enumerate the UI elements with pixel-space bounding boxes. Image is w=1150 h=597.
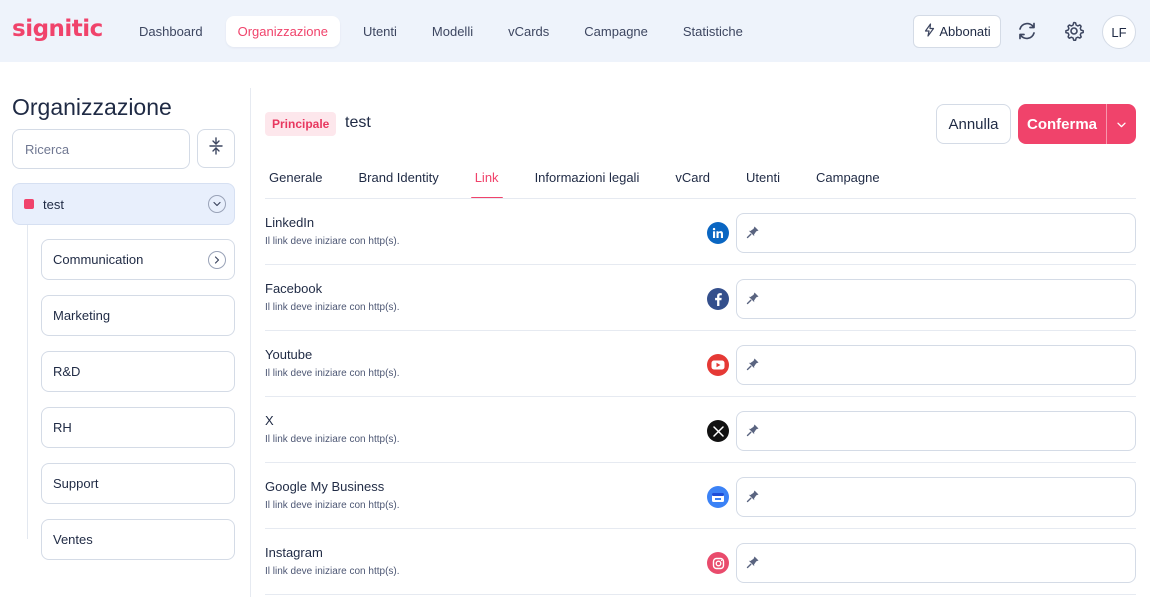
link-label: X: [265, 413, 274, 428]
tree-item-label: RH: [53, 420, 72, 435]
youtube-url-input[interactable]: [767, 346, 1129, 384]
tree-item-label: Communication: [53, 252, 144, 267]
org-name: test: [345, 114, 371, 131]
pin-icon: [746, 489, 760, 503]
link-row-instagram: Instagram Il link deve iniziare con http…: [265, 529, 1136, 595]
main-nav: Dashboard Organizzazione Utenti Modelli …: [127, 16, 766, 47]
confirm-dropdown-button[interactable]: [1107, 104, 1136, 144]
nav-modelli[interactable]: Modelli: [420, 16, 485, 47]
link-help-text: Il link deve iniziare con http(s).: [265, 302, 400, 313]
tree-item-support[interactable]: Support: [41, 463, 235, 504]
linkedin-url-input[interactable]: [767, 214, 1129, 252]
link-row-linkedin: LinkedIn Il link deve iniziare con http(…: [265, 199, 1136, 265]
nav-vcards[interactable]: vCards: [496, 16, 561, 47]
tree-item-rh[interactable]: RH: [41, 407, 235, 448]
tree-item-label: Marketing: [53, 308, 111, 323]
google-my-business-icon: [707, 486, 729, 508]
link-row-youtube: Youtube Il link deve iniziare con http(s…: [265, 331, 1136, 397]
instagram-icon: [707, 552, 729, 574]
x-url-input[interactable]: [767, 412, 1129, 450]
pin-icon: [746, 423, 760, 437]
link-input-wrapper: [736, 411, 1136, 451]
link-row-facebook: Facebook Il link deve iniziare con http(…: [265, 265, 1136, 331]
link-input-wrapper: [736, 279, 1136, 319]
tree-item-marketing[interactable]: Marketing: [41, 295, 235, 336]
nav-statistiche[interactable]: Statistiche: [671, 16, 755, 47]
link-input-wrapper: [736, 477, 1136, 517]
sidebar-divider: [250, 88, 251, 597]
subscribe-label: Abbonati: [939, 24, 991, 39]
tree-item-rd[interactable]: R&D: [41, 351, 235, 392]
tree-item-label: Ventes: [53, 532, 93, 547]
pin-icon: [746, 555, 760, 569]
tab-generale[interactable]: Generale: [265, 168, 326, 199]
tab-brand-identity[interactable]: Brand Identity: [354, 168, 442, 199]
link-label: Youtube: [265, 347, 313, 362]
link-label: Instagram: [265, 545, 323, 560]
lightning-icon: [923, 23, 936, 40]
tree-item-ventes[interactable]: Ventes: [41, 519, 235, 560]
top-navbar: signitic Dashboard Organizzazione Utenti…: [0, 0, 1150, 62]
search-input[interactable]: [12, 129, 190, 169]
pin-icon: [746, 357, 760, 371]
collapse-icon: [208, 137, 224, 160]
link-help-text: Il link deve iniziare con http(s).: [265, 236, 400, 247]
linkedin-icon: [707, 222, 729, 244]
cancel-button[interactable]: Annulla: [936, 104, 1011, 144]
youtube-icon: [707, 354, 729, 376]
tab-vcard[interactable]: vCard: [671, 168, 714, 199]
x-icon: [707, 420, 729, 442]
user-avatar[interactable]: LF: [1102, 15, 1136, 49]
link-input-wrapper: [736, 345, 1136, 385]
tree-root-test[interactable]: test: [12, 183, 235, 225]
tree-connector-line: [27, 225, 28, 539]
link-help-text: Il link deve iniziare con http(s).: [265, 566, 400, 577]
tab-informazioni-legali[interactable]: Informazioni legali: [531, 168, 644, 199]
google-my-business-url-input[interactable]: [767, 478, 1129, 516]
link-help-text: Il link deve iniziare con http(s).: [265, 500, 400, 511]
tree-root-label: test: [43, 196, 64, 212]
collapse-tree-button[interactable]: [197, 129, 235, 168]
pin-icon: [746, 291, 760, 305]
link-input-wrapper: [736, 213, 1136, 253]
sync-icon[interactable]: [1013, 17, 1041, 45]
chevron-down-icon: [1117, 115, 1126, 133]
tab-link[interactable]: Link: [470, 168, 503, 199]
instagram-url-input[interactable]: [767, 544, 1129, 582]
tree-item-label: R&D: [53, 364, 81, 379]
facebook-url-input[interactable]: [767, 280, 1129, 318]
link-help-text: Il link deve iniziare con http(s).: [265, 434, 400, 445]
pin-icon: [746, 225, 760, 239]
link-row-x: X Il link deve iniziare con http(s).: [265, 397, 1136, 463]
link-help-text: Il link deve iniziare con http(s).: [265, 368, 400, 379]
link-label: Facebook: [265, 281, 323, 296]
gear-icon[interactable]: [1060, 17, 1088, 45]
link-input-wrapper: [736, 543, 1136, 583]
confirm-button-group: Conferma: [1018, 104, 1136, 144]
link-label: Google My Business: [265, 479, 385, 494]
sidebar-title: Organizzazione: [12, 94, 172, 120]
chevron-down-icon[interactable]: [208, 195, 226, 213]
org-color-square: [24, 199, 34, 209]
nav-dashboard[interactable]: Dashboard: [127, 16, 215, 47]
nav-organizzazione[interactable]: Organizzazione: [225, 16, 340, 47]
nav-campagne[interactable]: Campagne: [572, 16, 660, 47]
tree-item-communication[interactable]: Communication: [41, 239, 235, 280]
confirm-button[interactable]: Conferma: [1018, 104, 1106, 144]
tree-item-label: Support: [53, 476, 99, 491]
chevron-right-icon[interactable]: [208, 251, 226, 269]
nav-utenti[interactable]: Utenti: [351, 16, 409, 47]
signitic-logo[interactable]: signitic: [12, 16, 103, 42]
tab-campagne[interactable]: Campagne: [812, 168, 884, 199]
subscribe-button[interactable]: Abbonati: [913, 15, 1001, 48]
link-row-google-my-business: Google My Business Il link deve iniziare…: [265, 463, 1136, 529]
tab-utenti[interactable]: Utenti: [742, 168, 784, 199]
facebook-icon: [707, 288, 729, 310]
principale-badge: Principale: [265, 112, 337, 136]
org-tabs: Generale Brand Identity Link Informazion…: [265, 168, 912, 199]
link-label: LinkedIn: [265, 215, 315, 230]
